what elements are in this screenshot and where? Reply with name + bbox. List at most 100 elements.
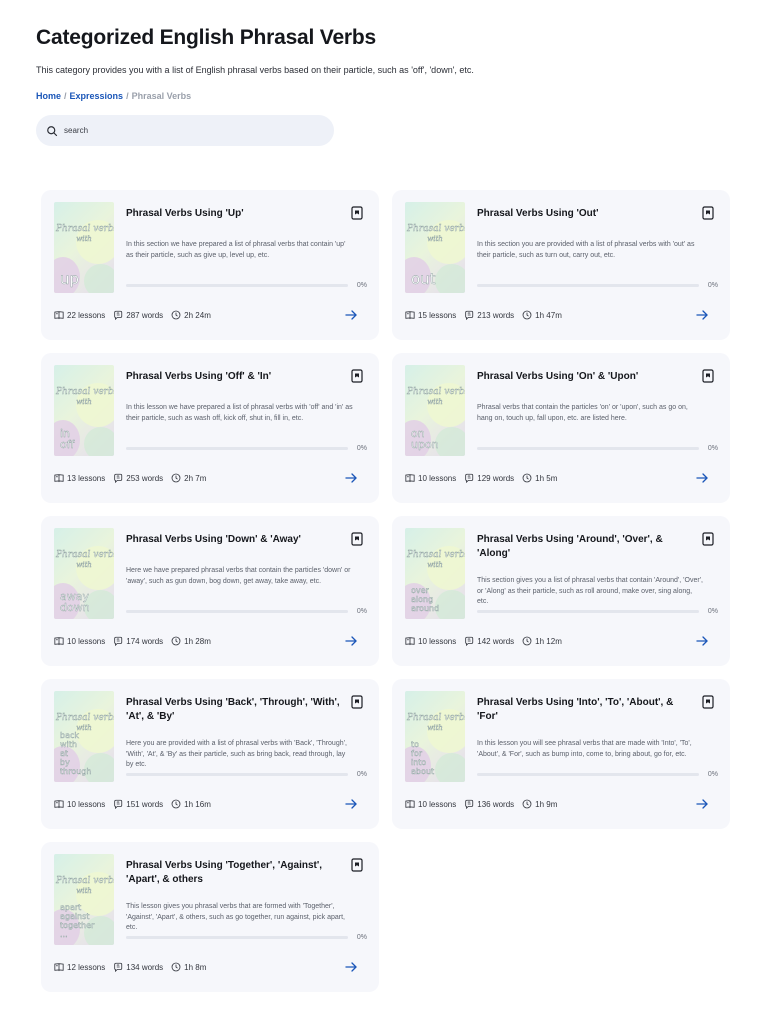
course-stats: 10 lessons 136 words 1h 9m [405, 799, 565, 809]
progress-percent: 0% [356, 608, 367, 615]
course-cover-image: Phrasal verbs with away down [54, 528, 114, 619]
progress-percent: 0% [707, 282, 718, 289]
course-card-6[interactable]: Phrasal verbs with over along around Phras… [392, 516, 730, 666]
words-icon [465, 310, 474, 320]
bookmark-icon[interactable] [351, 532, 363, 546]
course-cover-image: Phrasal verbs with to for into about [405, 691, 465, 782]
breadcrumb-expressions-link[interactable]: Expressions [70, 91, 124, 101]
progress-percent: 0% [707, 445, 718, 452]
clock-icon [171, 799, 181, 809]
book-icon [54, 637, 64, 646]
course-description: Here you are provided with a list of phr… [126, 740, 347, 768]
course-cover-image: Phrasal verbs with in off [54, 365, 114, 456]
cover-subheading: with [76, 235, 92, 243]
course-card-3[interactable]: Phrasal verbs with in off Phrasal Verbs U… [41, 353, 379, 503]
page-description: This category provides you with a list o… [36, 65, 474, 75]
progress-bar [126, 447, 348, 450]
course-title[interactable]: Phrasal Verbs Using 'On' & 'Upon' [477, 370, 691, 384]
words-icon [114, 636, 123, 646]
book-icon [54, 800, 64, 809]
cover-particles: over along around [411, 586, 440, 613]
words-count: 142 words [477, 636, 515, 646]
breadcrumb-current: Phrasal Verbs [131, 91, 192, 101]
bookmark-icon[interactable] [351, 858, 363, 872]
cover-particles: away down [60, 590, 90, 614]
progress-percent: 0% [356, 934, 367, 941]
bookmark-icon[interactable] [702, 695, 714, 709]
bookmark-icon[interactable] [702, 206, 714, 220]
cover-heading: Phrasal verbs [407, 713, 465, 723]
course-stats: 22 lessons 287 words 2h 24m [54, 310, 219, 320]
duration-text: 1h 8m [184, 962, 207, 972]
course-title[interactable]: Phrasal Verbs Using 'Into', 'To', 'About… [477, 696, 691, 724]
bookmark-icon[interactable] [702, 532, 714, 546]
arrow-right-icon[interactable] [696, 799, 708, 809]
duration-text: 1h 12m [535, 636, 562, 646]
cover-subheading: with [427, 398, 443, 406]
progress-bar [477, 610, 699, 613]
progress-bar [126, 284, 348, 287]
course-title[interactable]: Phrasal Verbs Using 'Together', 'Against… [126, 859, 340, 887]
course-card-1[interactable]: Phrasal verbs with up Phrasal Verbs Usin… [41, 190, 379, 340]
course-stats: 15 lessons 213 words 1h 47m [405, 310, 570, 320]
lessons-stat: 13 lessons [54, 473, 105, 483]
course-card-9[interactable]: Phrasal verbs with apart against together.… [41, 842, 379, 992]
arrow-right-icon[interactable] [696, 636, 708, 646]
progress-bar [477, 447, 699, 450]
duration-text: 1h 47m [535, 310, 562, 320]
course-card-4[interactable]: Phrasal verbs with on upon Phrasal Verbs … [392, 353, 730, 503]
duration-stat: 1h 16m [171, 799, 211, 809]
course-title[interactable]: Phrasal Verbs Using 'Out' [477, 207, 691, 221]
search-input[interactable] [64, 126, 304, 135]
course-cover-image: Phrasal verbs with up [54, 202, 114, 293]
arrow-right-icon[interactable] [696, 473, 708, 483]
cover-heading: Phrasal verbs [56, 550, 114, 560]
cover-particles: back with at by through [60, 731, 92, 776]
duration-text: 1h 28m [184, 636, 211, 646]
course-card-7[interactable]: Phrasal verbs with back with at by through P… [41, 679, 379, 829]
book-icon [405, 637, 415, 646]
clock-icon [522, 799, 532, 809]
search-bar[interactable] [36, 115, 334, 146]
cover-heading: Phrasal verbs [56, 224, 114, 234]
bookmark-icon[interactable] [351, 695, 363, 709]
cover-heading: Phrasal verbs [56, 876, 114, 886]
arrow-right-icon[interactable] [345, 310, 357, 320]
bookmark-icon[interactable] [702, 369, 714, 383]
duration-text: 1h 16m [184, 799, 211, 809]
course-card-5[interactable]: Phrasal verbs with away down Phrasal Verb… [41, 516, 379, 666]
words-icon [114, 473, 123, 483]
course-title[interactable]: Phrasal Verbs Using 'Down' & 'Away' [126, 533, 340, 547]
arrow-right-icon[interactable] [345, 636, 357, 646]
words-icon [465, 799, 474, 809]
cover-particles: to for into about [411, 740, 435, 776]
course-card-2[interactable]: Phrasal verbs with out Phrasal Verbs Usi… [392, 190, 730, 340]
course-cover-image: Phrasal verbs with apart against together.… [54, 854, 114, 945]
words-count: 213 words [477, 310, 515, 320]
course-title[interactable]: Phrasal Verbs Using 'Off' & 'In' [126, 370, 340, 384]
bookmark-icon[interactable] [351, 206, 363, 220]
arrow-right-icon[interactable] [696, 310, 708, 320]
words-count: 129 words [477, 473, 515, 483]
lessons-stat: 22 lessons [54, 310, 105, 320]
breadcrumb-home-link[interactable]: Home [36, 91, 61, 101]
duration-text: 1h 9m [535, 799, 558, 809]
course-description: In this section you are provided with a … [477, 241, 695, 259]
lessons-count: 10 lessons [418, 636, 457, 646]
course-cover-image: Phrasal verbs with back with at by through [54, 691, 114, 782]
course-card-8[interactable]: Phrasal verbs with to for into about Phrasa… [392, 679, 730, 829]
lessons-count: 10 lessons [67, 636, 106, 646]
course-title[interactable]: Phrasal Verbs Using 'Around', 'Over', & … [477, 533, 691, 561]
arrow-right-icon[interactable] [345, 473, 357, 483]
bookmark-icon[interactable] [351, 369, 363, 383]
arrow-right-icon[interactable] [345, 962, 357, 972]
lessons-stat: 10 lessons [405, 636, 456, 646]
course-title[interactable]: Phrasal Verbs Using 'Back', 'Through', '… [126, 696, 340, 724]
progress-bar [126, 610, 348, 613]
course-title[interactable]: Phrasal Verbs Using 'Up' [126, 207, 340, 221]
course-description: In this section we have prepared a list … [126, 241, 346, 259]
breadcrumb-separator: / [126, 91, 129, 101]
words-icon [114, 962, 123, 972]
arrow-right-icon[interactable] [345, 799, 357, 809]
words-icon [465, 636, 474, 646]
